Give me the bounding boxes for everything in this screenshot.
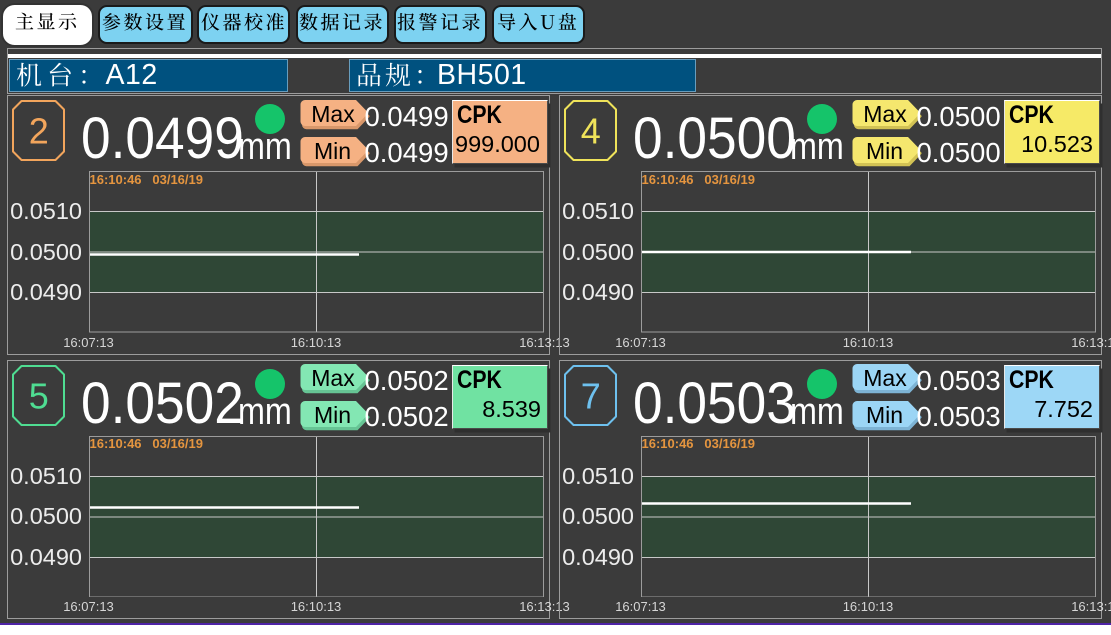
svg-text:7: 7	[581, 375, 601, 416]
svg-text:Min: Min	[314, 137, 351, 163]
svg-text:2: 2	[29, 111, 49, 152]
svg-text:Min: Min	[314, 402, 351, 428]
svg-text:Min: Min	[866, 402, 903, 428]
svg-text:Min: Min	[866, 137, 903, 163]
svg-text:Max: Max	[311, 100, 355, 126]
svg-text:5: 5	[29, 375, 49, 416]
svg-text:Max: Max	[863, 365, 907, 391]
svg-text:Max: Max	[863, 100, 907, 126]
svg-text:Max: Max	[311, 365, 355, 391]
svg-text:4: 4	[581, 111, 601, 152]
